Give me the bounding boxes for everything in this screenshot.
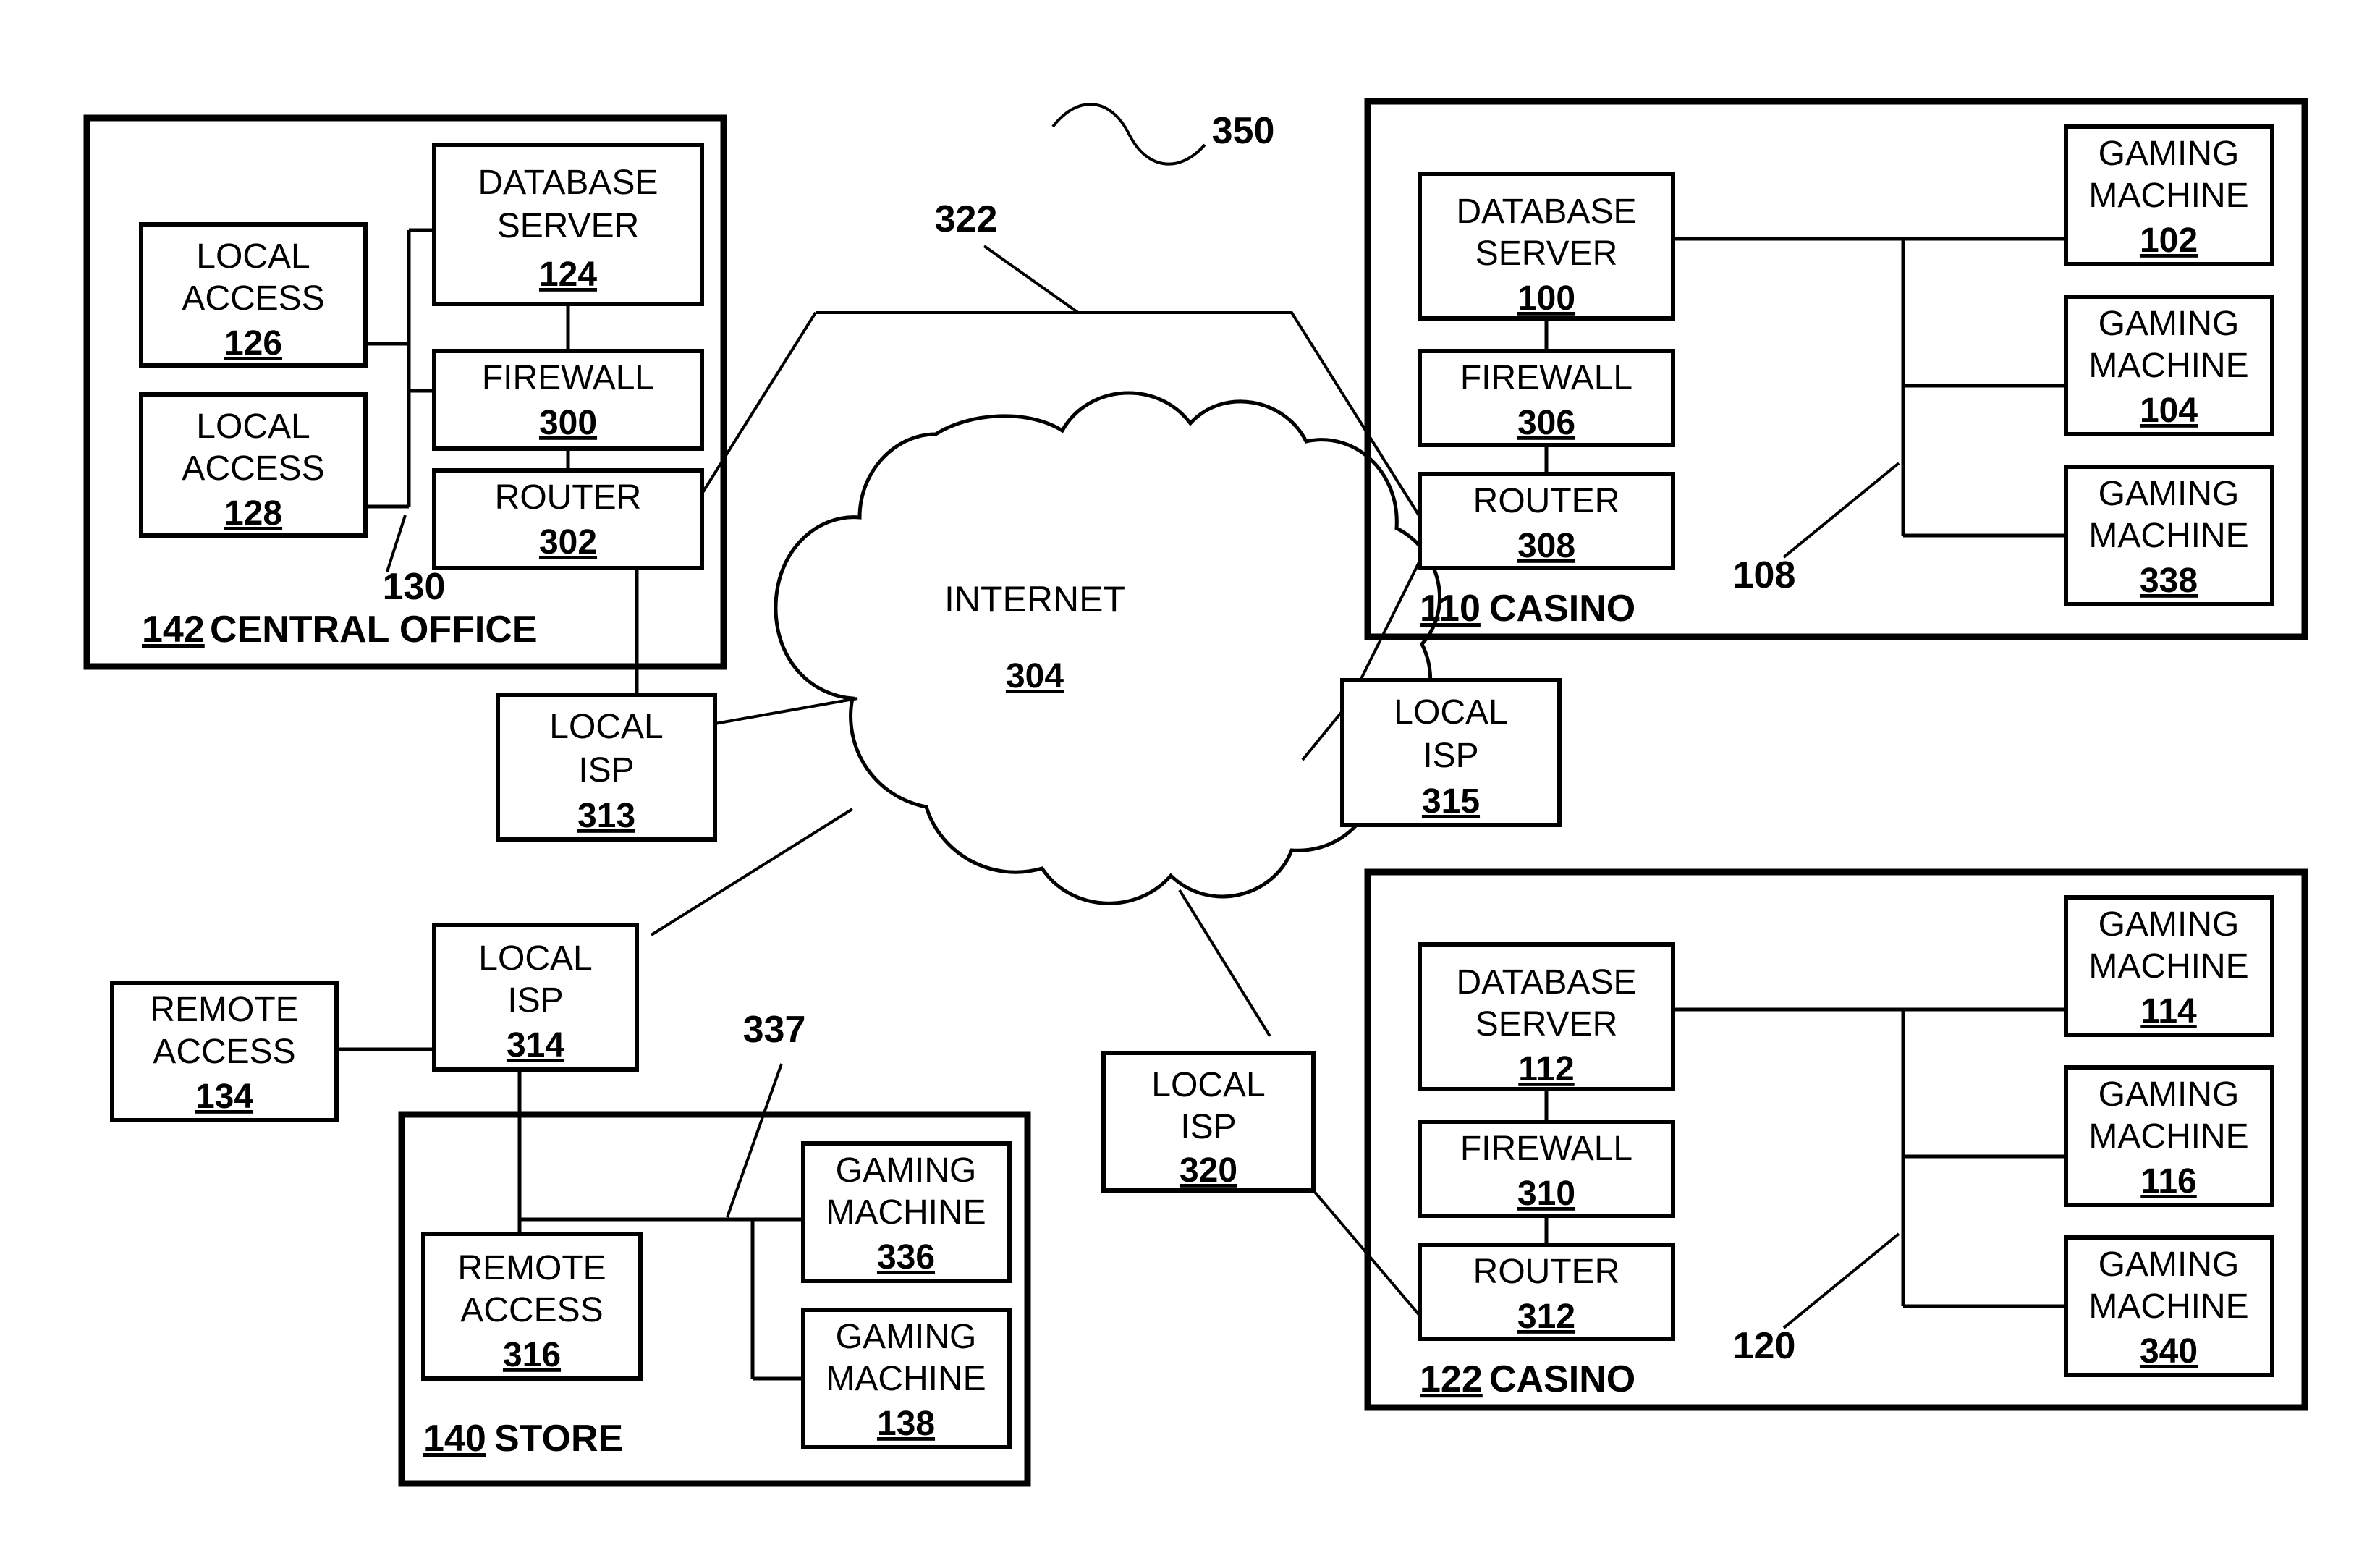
database-server-112-number: 112 — [1518, 1050, 1574, 1088]
ref-108: 108 — [1733, 554, 1796, 596]
central-office-zone-number: 142 — [142, 609, 205, 651]
ref-322-leader — [983, 245, 1080, 314]
wireless-link-icon — [1051, 103, 1206, 166]
local-isp-320-line1: LOCAL — [1151, 1066, 1265, 1104]
casino-122-zone-name: CASINO — [1489, 1358, 1635, 1400]
local-access-128-line1: LOCAL — [196, 407, 310, 446]
local-isp-320-line2: ISP — [1180, 1108, 1236, 1146]
gaming-machine-336-line2: MACHINE — [826, 1193, 986, 1232]
gaming-machine-102-line2: MACHINE — [2088, 177, 2248, 215]
local-isp-315-line2: ISP — [1423, 737, 1478, 775]
gaming-machine-338-line1: GAMING — [2099, 475, 2240, 513]
local-access-128-number: 128 — [224, 494, 282, 533]
local-access-126-line2: ACCESS — [182, 279, 324, 318]
gaming-machine-138-line1: GAMING — [836, 1318, 977, 1356]
remote-access-134-number: 134 — [195, 1078, 253, 1116]
gaming-machine-104-line1: GAMING — [2099, 305, 2240, 343]
gaming-machine-338-number: 338 — [2140, 562, 2198, 600]
remote-access-134-line1: REMOTE — [150, 991, 298, 1029]
router-312-line1: ROUTER — [1473, 1253, 1620, 1291]
router-312-number: 312 — [1517, 1298, 1575, 1336]
gaming-machine-138-number: 138 — [877, 1405, 935, 1443]
database-server-100-number: 100 — [1517, 279, 1575, 318]
cloud-label: INTERNET — [944, 579, 1125, 619]
remote-access-316-line1: REMOTE — [457, 1249, 606, 1287]
database-server-112-line2: SERVER — [1475, 1005, 1618, 1044]
gaming-machine-104-number: 104 — [2140, 392, 2198, 430]
database-server-124-number: 124 — [539, 255, 597, 294]
local-access-126-line1: LOCAL — [196, 237, 310, 276]
gaming-machine-340-line2: MACHINE — [2088, 1287, 2248, 1326]
router-302-number: 302 — [539, 523, 597, 562]
local-isp-315-number: 315 — [1422, 782, 1480, 821]
remote-access-316-number: 316 — [503, 1336, 561, 1374]
gaming-machine-114-line2: MACHINE — [2088, 947, 2248, 986]
internet-cloud — [774, 391, 1441, 905]
gaming-machine-104-line2: MACHINE — [2088, 347, 2248, 385]
ref-130: 130 — [383, 566, 446, 608]
gaming-machine-138-line2: MACHINE — [826, 1360, 986, 1398]
router-308-number: 308 — [1517, 527, 1575, 565]
firewall-310-number: 310 — [1517, 1174, 1575, 1213]
local-isp-314-line2: ISP — [507, 981, 563, 1020]
cloud-to-isp320-link — [1178, 889, 1271, 1038]
store-140-zone-name: STORE — [494, 1418, 623, 1460]
local-isp-315-line1: LOCAL — [1394, 693, 1507, 732]
local-isp-314-number: 314 — [507, 1026, 564, 1065]
firewall-300-line1: FIREWALL — [482, 359, 654, 397]
store-140-zone-number: 140 — [423, 1418, 486, 1460]
gaming-machine-336-line1: GAMING — [836, 1151, 977, 1190]
local-isp-314-line1: LOCAL — [478, 939, 592, 978]
database-server-124-line2: SERVER — [497, 207, 640, 245]
isp313-to-cloud-link — [714, 697, 858, 725]
ref-130-leader — [386, 515, 407, 572]
gaming-machine-340-line1: GAMING — [2099, 1245, 2240, 1284]
local-isp-313-number: 313 — [577, 797, 635, 835]
ref-350: 350 — [1212, 110, 1275, 152]
gaming-machine-114-line1: GAMING — [2099, 905, 2240, 944]
firewall-306-number: 306 — [1517, 404, 1575, 442]
gaming-machine-336-number: 336 — [877, 1238, 935, 1277]
ref-337-leader — [726, 1063, 783, 1218]
gaming-machine-340-number: 340 — [2140, 1332, 2198, 1371]
local-access-126-number: 126 — [224, 324, 282, 363]
database-server-100-line2: SERVER — [1475, 234, 1618, 273]
gaming-machine-102-line1: GAMING — [2099, 135, 2240, 173]
cloud-number: 304 — [1006, 657, 1064, 695]
local-isp-320-number: 320 — [1180, 1151, 1237, 1190]
patent-network-diagram: INTERNET 304 LOCAL ACCESS 126 LOCAL ACCE… — [83, 98, 2308, 1487]
router-308-line1: ROUTER — [1473, 482, 1620, 520]
ref-337: 337 — [743, 1009, 806, 1051]
gaming-machine-114-number: 114 — [2140, 992, 2197, 1030]
gaming-machine-102-number: 102 — [2140, 221, 2198, 260]
ref-322: 322 — [935, 198, 998, 240]
firewall-310-line1: FIREWALL — [1460, 1130, 1632, 1168]
gaming-machine-116-line1: GAMING — [2099, 1075, 2240, 1114]
database-server-100-line1: DATABASE — [1457, 192, 1637, 231]
remote-access-134-line2: ACCESS — [153, 1033, 295, 1071]
wan-boundary-322-left — [686, 311, 817, 518]
ref-120-leader — [1782, 1232, 1900, 1329]
local-access-128-line2: ACCESS — [182, 449, 324, 488]
local-isp-313-line1: LOCAL — [549, 708, 663, 746]
gaming-machine-116-number: 116 — [2140, 1162, 2196, 1201]
central-office-zone-name: CENTRAL OFFICE — [210, 609, 538, 651]
ref-108-leader — [1782, 462, 1900, 559]
database-server-112-line1: DATABASE — [1457, 963, 1637, 1002]
firewall-306-line1: FIREWALL — [1460, 359, 1632, 397]
casino-110-zone-number: 110 — [1420, 588, 1481, 630]
router-302-line1: ROUTER — [495, 478, 642, 517]
database-server-124-line1: DATABASE — [478, 164, 658, 202]
remote-access-316-line2: ACCESS — [460, 1291, 603, 1329]
ref-120: 120 — [1733, 1325, 1796, 1367]
gaming-machine-338-line2: MACHINE — [2088, 517, 2248, 555]
local-isp-313-line2: ISP — [578, 751, 634, 790]
casino-122-zone-number: 122 — [1420, 1358, 1483, 1400]
gaming-machine-116-line2: MACHINE — [2088, 1117, 2248, 1156]
casino-110-zone-name: CASINO — [1489, 588, 1635, 630]
firewall-300-number: 300 — [539, 404, 597, 442]
